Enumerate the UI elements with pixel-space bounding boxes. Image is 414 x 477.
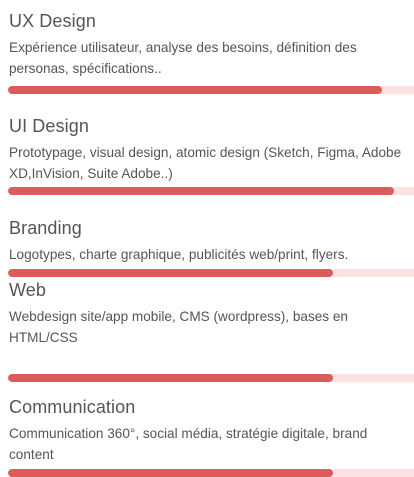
skill-description: Prototypage, visual design, atomic desig… xyxy=(9,145,402,181)
skill-progress-track xyxy=(8,187,414,195)
skill-title: UI Design xyxy=(9,116,89,136)
skill-progress-fill xyxy=(8,269,333,277)
skill-description: Webdesign site/app mobile, CMS (wordpres… xyxy=(9,309,348,345)
skill-title: Branding xyxy=(9,218,82,238)
skill-progress-track xyxy=(8,86,414,94)
skill-progress-track xyxy=(8,269,414,277)
skill-description: Logotypes, charte graphique, publicités … xyxy=(9,247,349,262)
skill-title: Web xyxy=(9,280,46,300)
skill-progress-fill xyxy=(8,86,382,94)
skill-title: UX Design xyxy=(9,11,96,31)
skill-progress-fill xyxy=(8,374,333,382)
skill-description: Expérience utilisateur, analyse des beso… xyxy=(9,40,357,76)
skill-progress-track xyxy=(8,374,414,382)
skill-progress-fill xyxy=(8,187,394,195)
skill-progress-fill xyxy=(8,469,333,477)
skill-title: Communication xyxy=(9,397,136,417)
skill-description: Communication 360°, social média, straté… xyxy=(9,426,368,462)
skill-progress-track xyxy=(8,469,414,477)
